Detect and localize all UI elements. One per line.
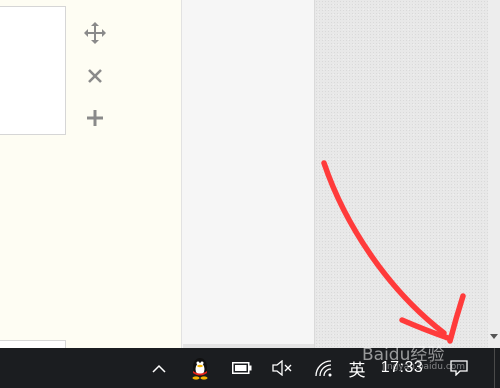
middle-panel	[181, 0, 315, 348]
vertical-scrollbar[interactable]	[488, 0, 500, 348]
battery-tray-icon[interactable]	[228, 348, 256, 388]
add-icon	[87, 110, 103, 126]
close-icon	[88, 69, 102, 83]
chevron-up-icon	[152, 364, 166, 373]
left-panel	[0, 0, 181, 350]
qq-penguin-icon	[192, 358, 208, 380]
baidu-watermark-url: jingyan.baidu.com	[382, 362, 466, 372]
show-desktop-divider	[494, 348, 495, 388]
volume-tray-icon[interactable]	[268, 348, 296, 388]
battery-icon	[232, 362, 252, 374]
qq-tray-icon[interactable]	[186, 348, 214, 388]
move-button[interactable]	[80, 18, 110, 48]
scroll-down-arrow-icon	[490, 334, 498, 339]
volume-mute-icon	[272, 360, 292, 376]
move-icon	[84, 22, 106, 44]
add-button[interactable]	[80, 103, 110, 133]
content-card	[0, 6, 66, 135]
scroll-down-button[interactable]	[489, 331, 499, 343]
wifi-icon	[315, 360, 332, 377]
show-hidden-icons-button[interactable]	[147, 348, 171, 388]
network-tray-icon[interactable]	[310, 348, 338, 388]
close-button[interactable]	[80, 61, 110, 91]
right-panel	[315, 0, 488, 348]
